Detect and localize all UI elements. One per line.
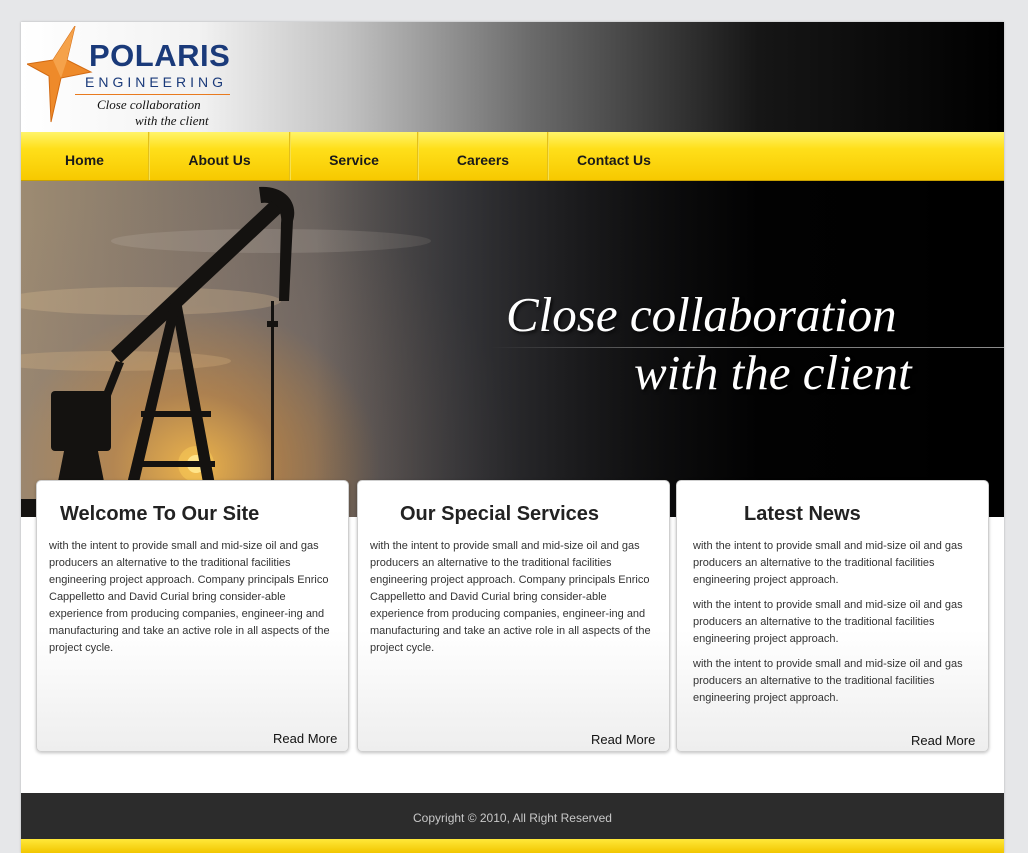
news-box: Latest News with the intent to provide s…	[676, 480, 989, 752]
footer: Copyright © 2010, All Right Reserved	[21, 793, 1004, 839]
news-item: with the intent to provide small and mid…	[693, 540, 963, 586]
hero-banner: Close collaboration with the client	[21, 181, 1004, 517]
read-more-link[interactable]: Read More	[911, 733, 975, 748]
banner-headline-2: with the client	[634, 345, 912, 400]
logo-tagline-1: Close collaboration	[97, 97, 201, 112]
nav-item-careers[interactable]: Careers	[419, 132, 547, 180]
news-item: with the intent to provide small and mid…	[693, 658, 963, 704]
copyright-text: Copyright © 2010, All Right Reserved	[413, 811, 612, 825]
footer-accent-bar	[21, 839, 1004, 853]
logo[interactable]: POLARIS ENGINEERING Close collaboration …	[27, 26, 237, 130]
logo-subtitle: ENGINEERING	[85, 74, 228, 90]
nav-item-about-us[interactable]: About Us	[150, 132, 289, 180]
services-box: Our Special Services with the intent to …	[357, 480, 670, 752]
box-text: with the intent to provide small and mid…	[370, 538, 662, 665]
box-paragraph: with the intent to provide small and mid…	[370, 540, 651, 654]
logo-name: POLARIS	[89, 38, 231, 73]
box-text: with the intent to provide small and mid…	[693, 538, 985, 715]
box-title: Latest News	[744, 503, 861, 525]
box-title: Our Special Services	[400, 503, 600, 525]
box-title: Welcome To Our Site	[60, 503, 260, 525]
nav-item-home[interactable]: Home	[21, 132, 148, 180]
banner-headline-1: Close collaboration	[506, 287, 897, 342]
box-paragraph: with the intent to provide small and mid…	[49, 540, 330, 654]
nav-item-service[interactable]: Service	[291, 132, 417, 180]
main-nav: Home About Us Service Careers Contact Us	[21, 132, 1004, 181]
news-item: with the intent to provide small and mid…	[693, 599, 963, 645]
box-text: with the intent to provide small and mid…	[49, 538, 341, 665]
logo-tagline-2: with the client	[135, 113, 209, 128]
read-more-link[interactable]: Read More	[273, 731, 337, 746]
welcome-box: Welcome To Our Site with the intent to p…	[36, 480, 349, 752]
logo-divider	[75, 94, 230, 95]
read-more-link[interactable]: Read More	[591, 732, 655, 747]
header: POLARIS ENGINEERING Close collaboration …	[21, 22, 1004, 132]
page: POLARIS ENGINEERING Close collaboration …	[21, 22, 1004, 853]
nav-item-contact-us[interactable]: Contact Us	[549, 132, 679, 180]
